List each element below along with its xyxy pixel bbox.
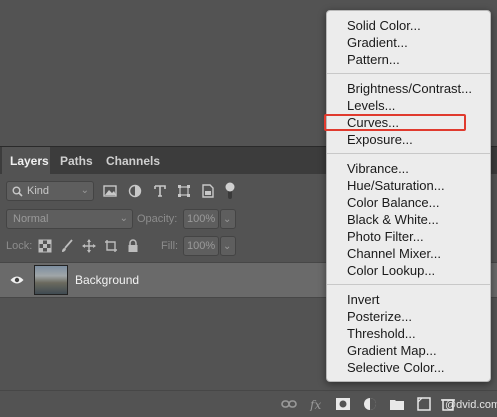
type-filter-icon[interactable] bbox=[153, 184, 167, 198]
chevron-down-icon: ⌄ bbox=[119, 213, 128, 224]
fill-field[interactable]: 100% bbox=[183, 236, 219, 256]
lock-position-icon[interactable] bbox=[82, 239, 96, 253]
opacity-field[interactable]: 100% bbox=[183, 209, 219, 229]
menu-item-color-balance[interactable]: Color Balance... bbox=[347, 194, 440, 211]
menu-item-gradient[interactable]: Gradient... bbox=[347, 34, 408, 51]
tab-channels[interactable]: Channels bbox=[98, 147, 160, 175]
fill-value: 100% bbox=[187, 240, 216, 252]
menu-item-posterize[interactable]: Posterize... bbox=[347, 308, 412, 325]
lock-image-pixels-icon[interactable] bbox=[60, 239, 74, 253]
chevron-down-icon: ⌄ bbox=[223, 241, 232, 252]
menu-item-vibrance[interactable]: Vibrance... bbox=[347, 160, 409, 177]
adjustment-layer-menu: Solid Color... Gradient... Pattern... Br… bbox=[326, 10, 491, 382]
menu-item-exposure[interactable]: Exposure... bbox=[347, 131, 413, 148]
layer-thumbnail bbox=[34, 265, 68, 295]
link-icon[interactable] bbox=[281, 397, 297, 411]
menu-item-brightness-contrast[interactable]: Brightness/Contrast... bbox=[347, 80, 472, 97]
menu-item-color-lookup[interactable]: Color Lookup... bbox=[347, 262, 435, 279]
new-layer-icon[interactable] bbox=[416, 397, 432, 411]
blend-mode-select[interactable]: Normal ⌄ bbox=[6, 209, 133, 229]
menu-item-gradient-map[interactable]: Gradient Map... bbox=[347, 342, 437, 359]
menu-item-levels[interactable]: Levels... bbox=[347, 97, 395, 114]
search-icon bbox=[12, 186, 23, 197]
lock-all-icon[interactable] bbox=[126, 239, 140, 253]
fx-icon[interactable]: fx bbox=[309, 397, 325, 411]
opacity-value: 100% bbox=[187, 213, 216, 225]
layer-name[interactable]: Background bbox=[75, 263, 139, 297]
menu-item-invert[interactable]: Invert bbox=[347, 291, 380, 308]
tab-paths[interactable]: Paths bbox=[52, 147, 96, 175]
menu-item-threshold[interactable]: Threshold... bbox=[347, 325, 416, 342]
lock-artboard-icon[interactable] bbox=[104, 239, 118, 253]
menu-item-pattern[interactable]: Pattern... bbox=[347, 51, 400, 68]
menu-item-photo-filter[interactable]: Photo Filter... bbox=[347, 228, 424, 245]
menu-item-channel-mixer[interactable]: Channel Mixer... bbox=[347, 245, 441, 262]
fill-dropdown[interactable]: ⌄ bbox=[220, 236, 236, 256]
opacity-label: Opacity: bbox=[137, 213, 178, 225]
eye-icon[interactable] bbox=[10, 275, 24, 285]
folder-icon[interactable] bbox=[389, 397, 405, 411]
menu-item-solid-color[interactable]: Solid Color... bbox=[347, 17, 421, 34]
kind-filter-select[interactable]: Kind ⌄ bbox=[6, 181, 94, 201]
menu-item-selective-color[interactable]: Selective Color... bbox=[347, 359, 445, 376]
panel-bottom-bar: fx bbox=[0, 390, 497, 417]
menu-item-black-white[interactable]: Black & White... bbox=[347, 211, 439, 228]
svg-text:fx: fx bbox=[309, 398, 321, 411]
watermark: @dvid.com bbox=[445, 399, 497, 411]
adjustment-layer-icon[interactable] bbox=[362, 397, 378, 411]
menu-item-hue-saturation[interactable]: Hue/Saturation... bbox=[347, 177, 445, 194]
opacity-dropdown[interactable]: ⌄ bbox=[220, 209, 236, 229]
chevron-down-icon: ⌄ bbox=[80, 185, 89, 196]
filter-toggle-icon[interactable] bbox=[225, 182, 235, 200]
shape-filter-icon[interactable] bbox=[177, 184, 191, 198]
menu-separator bbox=[327, 153, 490, 154]
curves-highlight-box bbox=[324, 114, 466, 131]
lock-transparent-pixels-icon[interactable] bbox=[38, 239, 52, 253]
adjustment-filter-icon[interactable] bbox=[128, 184, 142, 198]
smart-object-filter-icon[interactable] bbox=[201, 184, 215, 198]
image-filter-icon[interactable] bbox=[103, 184, 117, 198]
fill-label: Fill: bbox=[161, 240, 179, 252]
menu-separator bbox=[327, 284, 490, 285]
blend-mode-value: Normal bbox=[13, 213, 49, 225]
mask-icon[interactable] bbox=[335, 397, 351, 411]
menu-separator bbox=[327, 73, 490, 74]
lock-label: Lock: bbox=[6, 240, 33, 252]
kind-label: Kind bbox=[27, 185, 50, 197]
chevron-down-icon: ⌄ bbox=[223, 214, 232, 225]
tab-layers[interactable]: Layers bbox=[2, 147, 50, 175]
